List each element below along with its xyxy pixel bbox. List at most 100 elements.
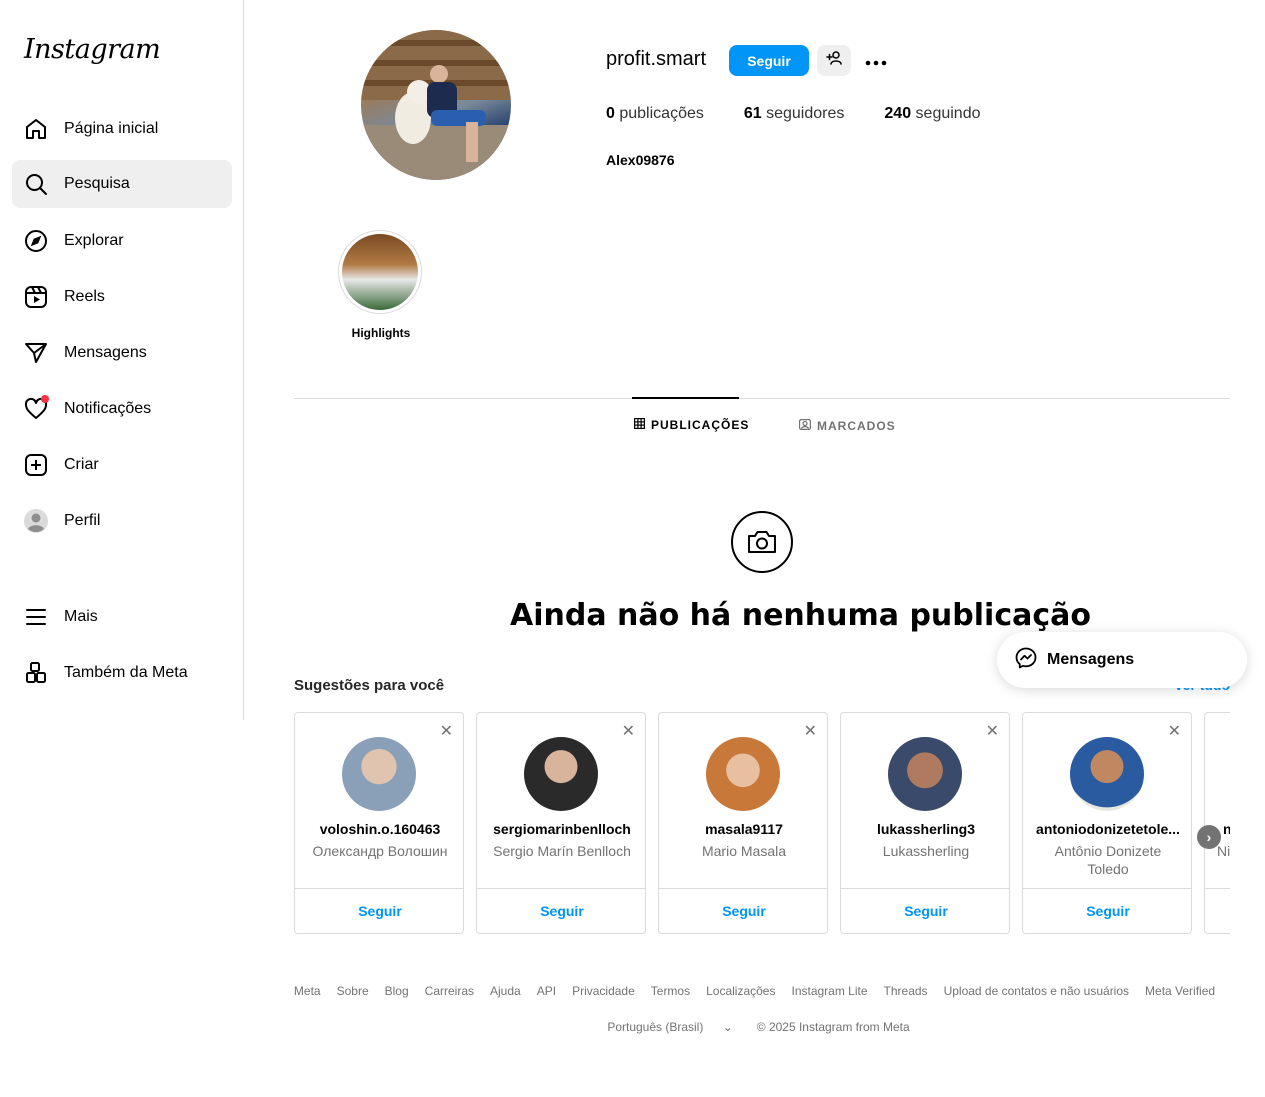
suggest-similar-button[interactable] [817, 45, 851, 76]
sidebar-item-label: Mais [64, 608, 98, 625]
messages-float-button[interactable]: Mensagens [997, 632, 1247, 688]
sidebar: Instagram Página inicial Pesquisa Explor… [0, 0, 244, 720]
suggestions-title: Sugestões para você [294, 677, 445, 694]
footer-link[interactable]: Privacidade [572, 984, 635, 998]
avatar[interactable] [524, 737, 598, 811]
profile-picture[interactable] [361, 30, 511, 180]
avatar[interactable] [888, 737, 962, 811]
follow-button[interactable]: Seguir [841, 888, 1009, 933]
sidebar-item-label: Também da Meta [64, 664, 188, 681]
suggestion-username[interactable]: masala9117 [659, 821, 827, 837]
suggestion-name: Олександр Волошин [312, 843, 448, 859]
menu-icon [24, 605, 48, 629]
close-icon[interactable]: ✕ [986, 721, 999, 741]
chevron-down-icon: ⌄ [722, 1020, 733, 1034]
footer-link[interactable]: Termos [651, 984, 690, 998]
highlight-cover [342, 234, 418, 310]
posts-count: 0 publicações [606, 105, 704, 122]
suggestion-username[interactable]: lukassherling3 [841, 821, 1009, 837]
tabs-divider [294, 398, 1230, 399]
tab-posts[interactable]: PUBLICAÇÕES [634, 418, 749, 432]
suggestion-name: Sergio Marín Benlloch [493, 843, 631, 859]
sidebar-item-label: Pesquisa [64, 175, 130, 192]
messages-float-label: Mensagens [1047, 651, 1135, 668]
follow-button[interactable]: Seguir [659, 888, 827, 933]
sidebar-item-label: Explorar [64, 232, 124, 249]
next-arrow-button[interactable]: › [1197, 825, 1221, 849]
search-icon [24, 172, 48, 196]
follow-button[interactable]: Seguir [477, 888, 645, 933]
footer-link[interactable]: Carreiras [425, 984, 474, 998]
sidebar-item-label: Página inicial [64, 120, 159, 137]
sidebar-item-also-from-meta[interactable]: Também da Meta [12, 649, 232, 697]
follow-button[interactable]: Seguir [295, 888, 463, 933]
follow-button[interactable]: Seguir [1023, 888, 1191, 933]
footer-link[interactable]: Upload de contatos e não usuários [944, 984, 1129, 998]
following-link[interactable]: 240 seguindo [884, 105, 980, 123]
sidebar-item-label: Mensagens [64, 344, 147, 361]
language-select[interactable]: Português (Brasil) ⌄ [599, 1020, 740, 1034]
add-user-icon [826, 50, 842, 71]
profile-avatar [24, 509, 48, 533]
suggestion-name: Mario Masala [701, 843, 787, 859]
footer-link[interactable]: Meta [294, 984, 321, 998]
followers-link[interactable]: 61 seguidores [744, 105, 845, 123]
suggestion-name: Antônio Donizete Toledo [1054, 843, 1162, 877]
sidebar-item-reels[interactable]: Reels [12, 273, 232, 321]
footer-links: Meta Sobre Blog Carreiras Ajuda API Priv… [244, 984, 1265, 998]
sidebar-item-home[interactable]: Página inicial [12, 105, 232, 153]
footer-link[interactable]: Threads [884, 984, 928, 998]
home-icon [24, 117, 48, 141]
profile-stats: 0 publicações 61 seguidores 240 seguindo [606, 105, 1021, 123]
sidebar-item-notifications[interactable]: Notificações [12, 385, 232, 433]
suggestion-username[interactable]: sergiomarinbenlloch [477, 821, 645, 837]
footer-link[interactable]: Instagram Lite [791, 984, 867, 998]
suggestion-username[interactable]: antoniodonizetetole... [1023, 821, 1191, 837]
avatar[interactable] [1070, 737, 1144, 811]
suggestion-username[interactable]: voloshin.o.160463 [295, 821, 463, 837]
sidebar-item-profile[interactable]: Perfil [12, 497, 232, 545]
sidebar-item-search[interactable]: Pesquisa [12, 160, 232, 208]
close-icon[interactable]: ✕ [804, 721, 817, 741]
close-icon[interactable]: ✕ [440, 721, 453, 741]
footer-link[interactable]: Sobre [337, 984, 369, 998]
close-icon[interactable]: ✕ [1168, 721, 1181, 741]
footer-link[interactable]: API [537, 984, 556, 998]
sidebar-item-create[interactable]: Criar [12, 441, 232, 489]
suggestion-card: ✕ lukassherling3 Lukassherling Seguir [840, 712, 1010, 934]
empty-state-title: Ainda não há nenhuma publicação [510, 598, 1091, 633]
avatar[interactable] [342, 737, 416, 811]
footer-link[interactable]: Ajuda [490, 984, 521, 998]
reels-icon [24, 285, 48, 309]
tagged-icon [799, 418, 812, 433]
footer-link[interactable]: Meta Verified [1145, 984, 1215, 998]
sidebar-item-label: Criar [64, 456, 99, 473]
more-options-button[interactable] [861, 45, 891, 76]
sidebar-item-more[interactable]: Mais [12, 593, 232, 641]
close-icon[interactable]: ✕ [622, 721, 635, 741]
suggestion-card: ✕ voloshin.o.160463 Олександр Волошин Se… [294, 712, 464, 934]
sidebar-item-explore[interactable]: Explorar [12, 217, 232, 265]
highlight-label: Highlights [351, 326, 411, 340]
footer-link[interactable]: Blog [385, 984, 409, 998]
footer-bottom: Português (Brasil) ⌄ © 2025 Instagram fr… [244, 1020, 1265, 1034]
sidebar-item-messages[interactable]: Mensagens [12, 329, 232, 377]
sidebar-item-label: Reels [64, 288, 105, 305]
messenger-icon [1015, 647, 1037, 674]
main-content: profit.smart Seguir 0 publicações 61 seg… [244, 0, 1265, 1097]
suggestion-card-partial: n Ni [1204, 712, 1230, 934]
footer-link[interactable]: Localizações [706, 984, 775, 998]
instagram-logo[interactable]: Instagram [24, 34, 161, 65]
highlight-ring [338, 230, 422, 314]
camera-icon [731, 511, 793, 573]
avatar[interactable] [706, 737, 780, 811]
more-icon [865, 49, 887, 72]
copyright: © 2025 Instagram from Meta [756, 1020, 910, 1034]
suggestion-card: ✕ masala9117 Mario Masala Seguir [658, 712, 828, 934]
follow-button[interactable] [1205, 888, 1230, 933]
tab-tagged[interactable]: MARCADOS [799, 418, 896, 433]
sidebar-item-label: Perfil [64, 512, 101, 529]
profile-username: profit.smart [606, 48, 707, 70]
follow-button[interactable]: Seguir [729, 45, 809, 76]
story-highlight[interactable]: Highlights [338, 230, 424, 340]
